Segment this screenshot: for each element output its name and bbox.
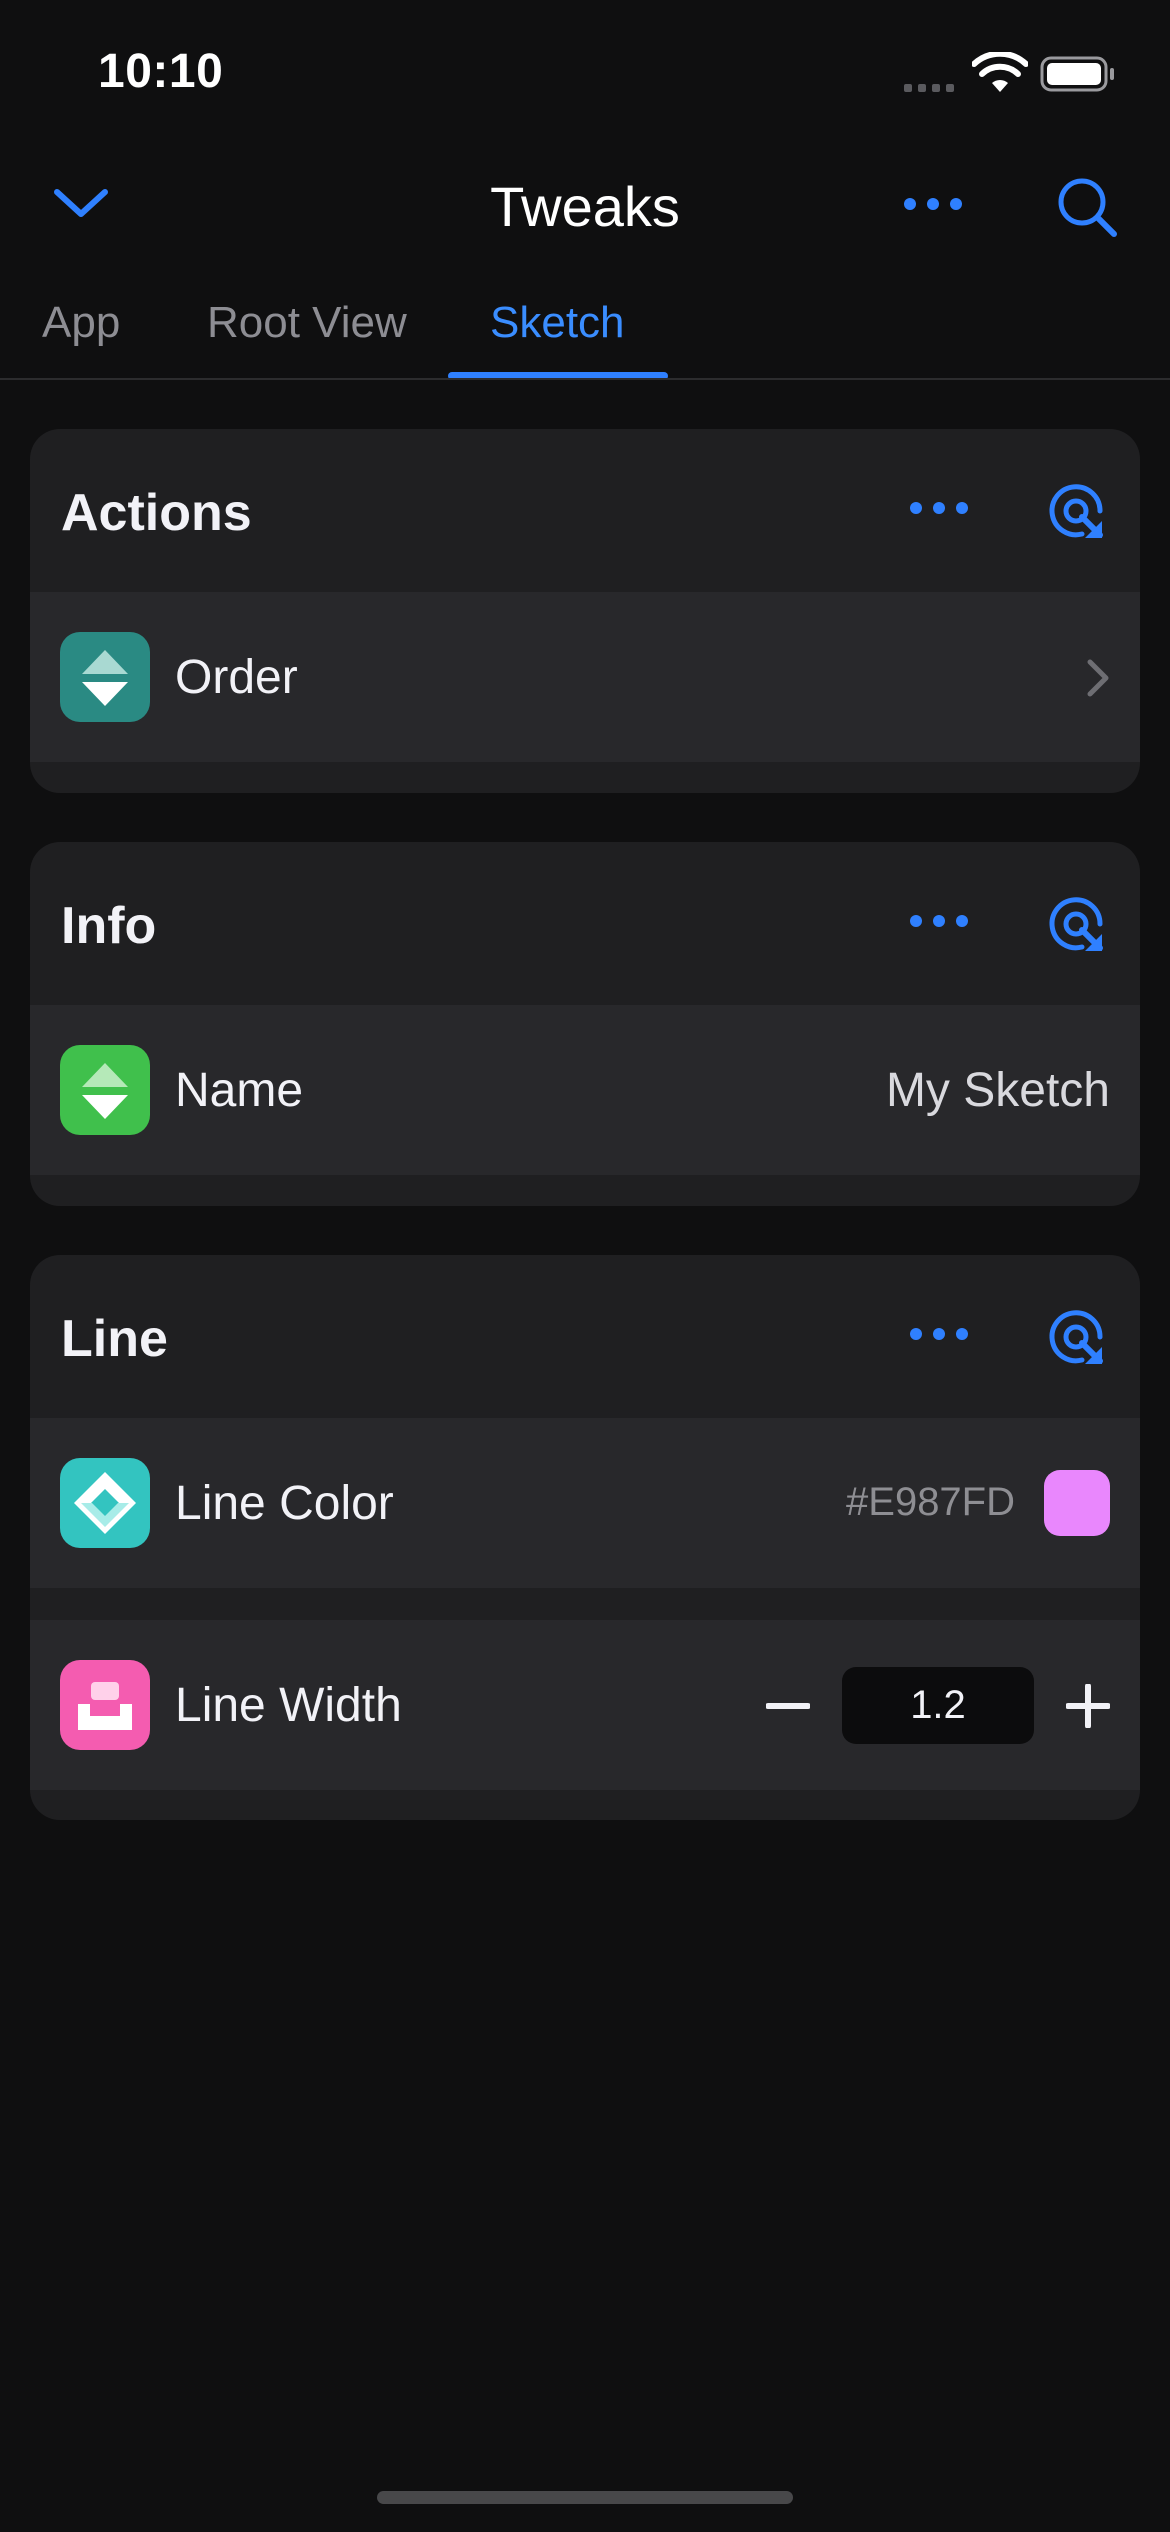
name-value[interactable]: My Sketch bbox=[886, 1063, 1110, 1118]
tab-sketch[interactable]: Sketch bbox=[490, 298, 625, 348]
row-label: Name bbox=[175, 1064, 304, 1117]
section-title: Line bbox=[61, 1310, 168, 1368]
more-options-button[interactable] bbox=[902, 196, 964, 217]
reset-section-button[interactable] bbox=[1046, 894, 1108, 961]
section-more-button[interactable] bbox=[908, 1326, 970, 1347]
search-button[interactable] bbox=[1056, 176, 1120, 245]
diamond-icon bbox=[60, 1458, 150, 1548]
reset-section-button[interactable] bbox=[1046, 481, 1108, 548]
decrement-button[interactable] bbox=[765, 1684, 811, 1733]
row-order[interactable]: Order bbox=[30, 592, 1140, 762]
row-name[interactable]: Name My Sketch bbox=[30, 1005, 1140, 1175]
tab-root-view[interactable]: Root View bbox=[207, 298, 407, 348]
chevron-right-icon bbox=[1086, 658, 1110, 703]
reset-section-button[interactable] bbox=[1046, 1307, 1108, 1374]
sort-arrows-icon bbox=[60, 632, 150, 722]
tab-divider bbox=[0, 378, 1170, 380]
row-label: Order bbox=[175, 651, 298, 704]
row-label: Line Width bbox=[175, 1679, 402, 1732]
row-line-width: Line Width 1.2 bbox=[30, 1620, 1140, 1790]
cellular-signal-icon bbox=[904, 80, 960, 99]
sort-arrows-icon bbox=[60, 1045, 150, 1135]
tab-app[interactable]: App bbox=[42, 298, 120, 348]
row-label: Line Color bbox=[175, 1477, 394, 1530]
section-info: Info Name My Sketch bbox=[30, 842, 1140, 1206]
tray-icon bbox=[60, 1660, 150, 1750]
line-width-value[interactable]: 1.2 bbox=[842, 1667, 1034, 1744]
home-indicator bbox=[377, 2491, 793, 2504]
battery-icon bbox=[1040, 56, 1116, 97]
section-actions: Actions Order bbox=[30, 429, 1140, 793]
row-line-color[interactable]: Line Color #E987FD bbox=[30, 1418, 1140, 1588]
color-hex-value: #E987FD bbox=[846, 1480, 1015, 1524]
status-time: 10:10 bbox=[98, 45, 224, 98]
section-title: Actions bbox=[61, 484, 252, 542]
page-title: Tweaks bbox=[490, 175, 680, 238]
section-line: Line Line Color #E987FD Line Width 1.2 bbox=[30, 1255, 1140, 1820]
section-more-button[interactable] bbox=[908, 913, 970, 934]
section-more-button[interactable] bbox=[908, 500, 970, 521]
section-title: Info bbox=[61, 897, 157, 955]
wifi-icon bbox=[971, 50, 1029, 99]
increment-button[interactable] bbox=[1065, 1683, 1111, 1733]
color-swatch[interactable] bbox=[1044, 1470, 1110, 1536]
